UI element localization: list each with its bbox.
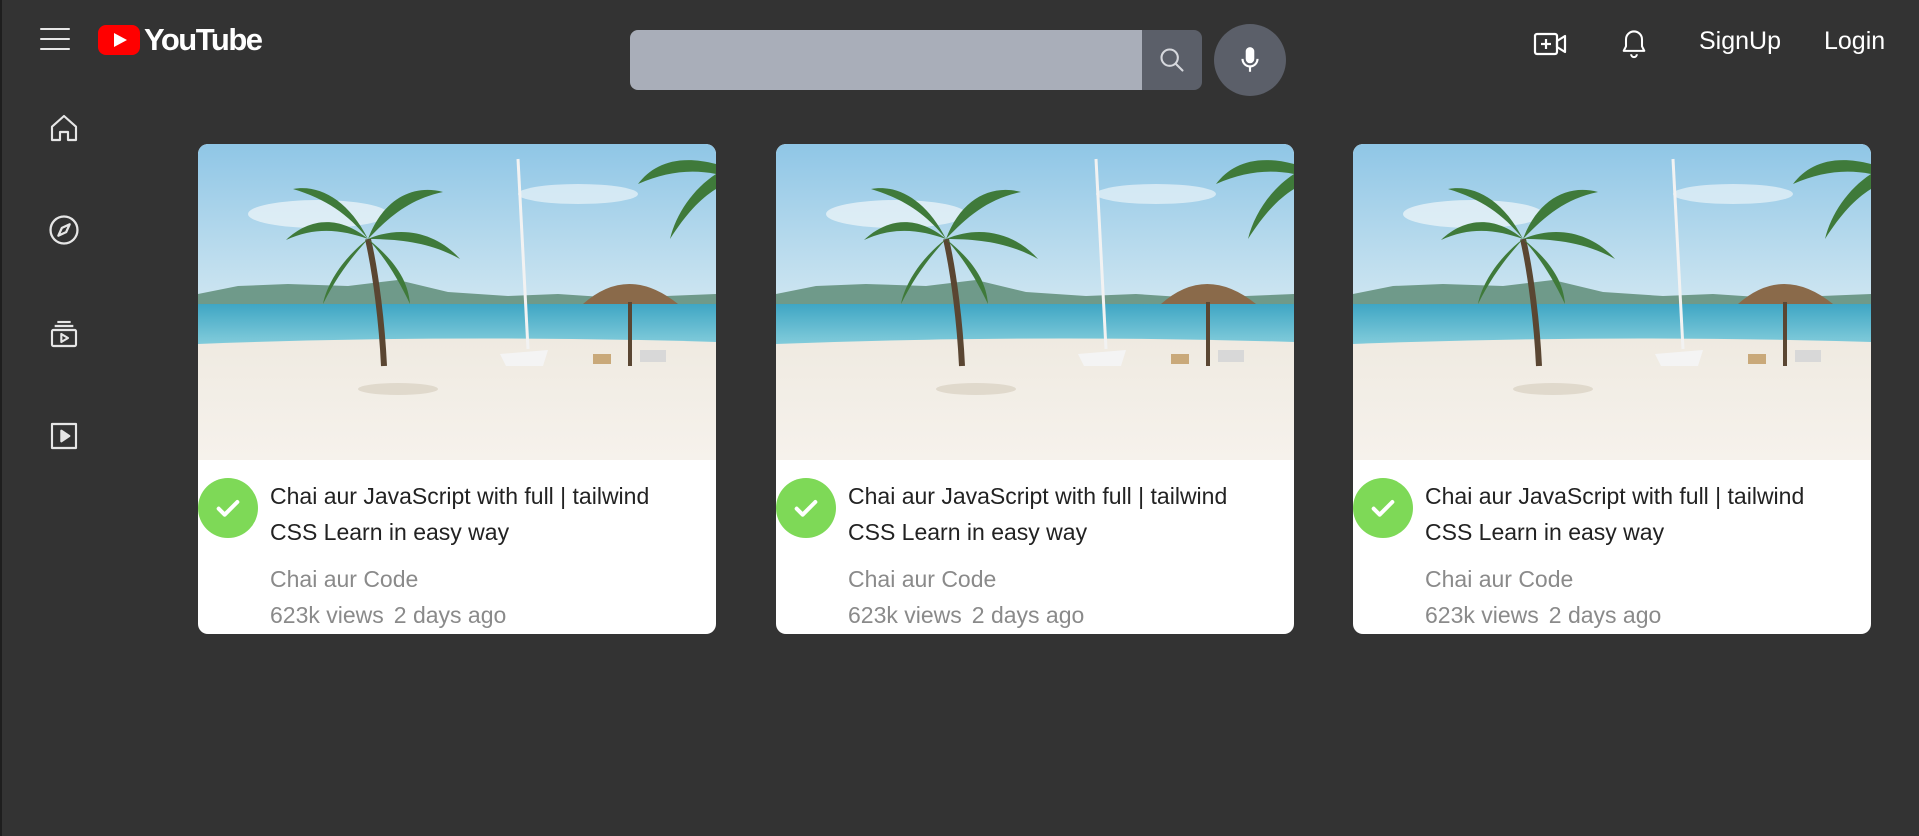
view-count: 623k views	[1425, 602, 1539, 628]
sidebar-item-home[interactable]	[46, 110, 82, 146]
signup-link[interactable]: SignUp	[1699, 27, 1781, 56]
search-icon	[1160, 48, 1184, 72]
channel-avatar[interactable]	[198, 478, 258, 538]
channel-name[interactable]: Chai aur Code	[270, 566, 418, 593]
notifications-button[interactable]	[1614, 24, 1654, 64]
search-input[interactable]	[630, 30, 1142, 90]
upload-age: 2 days ago	[1548, 602, 1662, 628]
voice-search-button[interactable]	[1214, 24, 1286, 96]
checkmark-icon	[216, 500, 240, 517]
video-title[interactable]: Chai aur JavaScript with full | tailwind…	[270, 478, 700, 550]
explore-icon	[49, 215, 79, 245]
logo-text: YouTube	[144, 22, 263, 57]
video-thumbnail[interactable]	[776, 144, 1294, 460]
subscriptions-icon	[50, 320, 78, 348]
sidebar-item-explore[interactable]	[46, 212, 82, 248]
create-video-button[interactable]	[1530, 24, 1570, 64]
youtube-logo[interactable]: YouTube	[98, 22, 263, 58]
video-title[interactable]: Chai aur JavaScript with full | tailwind…	[848, 478, 1278, 550]
upload-age: 2 days ago	[393, 602, 507, 628]
youtube-play-icon	[98, 25, 140, 55]
sidebar-item-library[interactable]	[46, 418, 82, 454]
checkmark-icon	[1371, 500, 1395, 517]
checkmark-icon	[794, 500, 818, 517]
upload-age: 2 days ago	[971, 602, 1085, 628]
video-title[interactable]: Chai aur JavaScript with full | tailwind…	[1425, 478, 1855, 550]
video-card[interactable]: Chai aur JavaScript with full | tailwind…	[1353, 144, 1871, 634]
video-meta: 623k views 2 days ago	[848, 602, 1084, 629]
video-meta: 623k views 2 days ago	[1425, 602, 1661, 629]
search-button[interactable]	[1142, 30, 1202, 90]
bell-icon	[1622, 30, 1646, 59]
video-thumbnail[interactable]	[1353, 144, 1871, 460]
video-thumbnail[interactable]	[198, 144, 716, 460]
channel-avatar[interactable]	[1353, 478, 1413, 538]
video-add-icon	[1533, 32, 1567, 56]
search-bar	[630, 30, 1202, 90]
channel-name[interactable]: Chai aur Code	[848, 566, 996, 593]
library-icon	[50, 422, 78, 450]
channel-name[interactable]: Chai aur Code	[1425, 566, 1573, 593]
video-card[interactable]: Chai aur JavaScript with full | tailwind…	[198, 144, 716, 634]
sidebar-item-subscriptions[interactable]	[46, 316, 82, 352]
hamburger-menu-icon[interactable]	[40, 28, 70, 52]
microphone-icon	[1241, 47, 1259, 72]
view-count: 623k views	[270, 602, 384, 628]
view-count: 623k views	[848, 602, 962, 628]
login-link[interactable]: Login	[1824, 27, 1885, 56]
channel-avatar[interactable]	[776, 478, 836, 538]
window-edge	[0, 0, 2, 836]
video-meta: 623k views 2 days ago	[270, 602, 506, 629]
video-card[interactable]: Chai aur JavaScript with full | tailwind…	[776, 144, 1294, 634]
home-icon	[50, 114, 78, 142]
